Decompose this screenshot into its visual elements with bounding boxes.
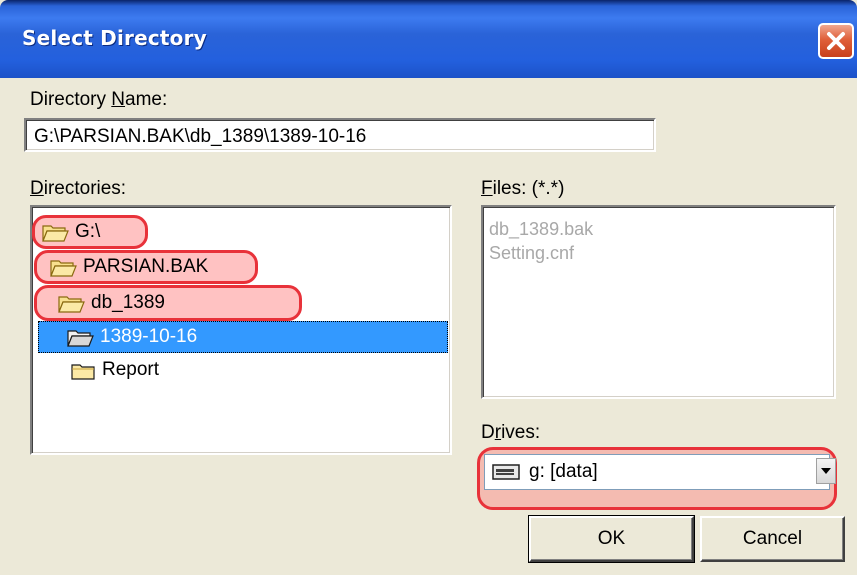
drives-label: Drives: [481,422,541,443]
directory-name-input[interactable]: G:\PARSIAN.BAK\db_1389\1389-10-16 [24,118,656,152]
folder-open-icon [42,225,69,242]
window-title: Select Directory [22,26,207,50]
folder-open-icon [67,330,94,347]
files-list[interactable]: db_1389.bak Setting.cnf [481,205,836,399]
tree-item-g-drive[interactable]: G:\ [32,215,148,249]
drive-icon [492,464,520,480]
files-label: Files: (*.*) [481,178,565,199]
tree-item-label: db_1389 [91,292,165,313]
drives-value: g: [data] [529,461,598,482]
tree-item-1389-10-16[interactable]: 1389-10-16 [38,321,448,353]
chevron-down-icon [821,468,831,474]
list-item: db_1389.bak [489,219,594,239]
tree-item-report[interactable]: Report [38,354,338,386]
tree-item-db-1389[interactable]: db_1389 [34,285,302,321]
tree-item-label: Report [102,359,160,380]
directories-tree[interactable]: G:\ PARSIAN.BAK db_1389 1389-10-16 Repor… [30,205,452,455]
ok-button[interactable]: OK [528,515,695,563]
folder-open-icon [58,296,85,313]
drives-dropdown-button[interactable] [816,458,836,484]
close-button[interactable] [818,23,854,59]
directories-label: Directories: [30,178,127,199]
list-item: Setting.cnf [489,243,575,263]
folder-closed-icon [71,364,95,380]
close-icon [827,32,845,50]
tree-item-parsian-bak[interactable]: PARSIAN.BAK [34,250,258,284]
folder-open-icon [50,260,77,277]
cancel-button[interactable]: Cancel [700,516,845,562]
tree-item-label: PARSIAN.BAK [83,256,209,277]
drives-select[interactable]: g: [data] [484,454,830,490]
tree-item-label: G:\ [75,221,101,242]
directory-name-label: Directory Name: [30,89,168,110]
tree-item-label: 1389-10-16 [100,326,198,347]
